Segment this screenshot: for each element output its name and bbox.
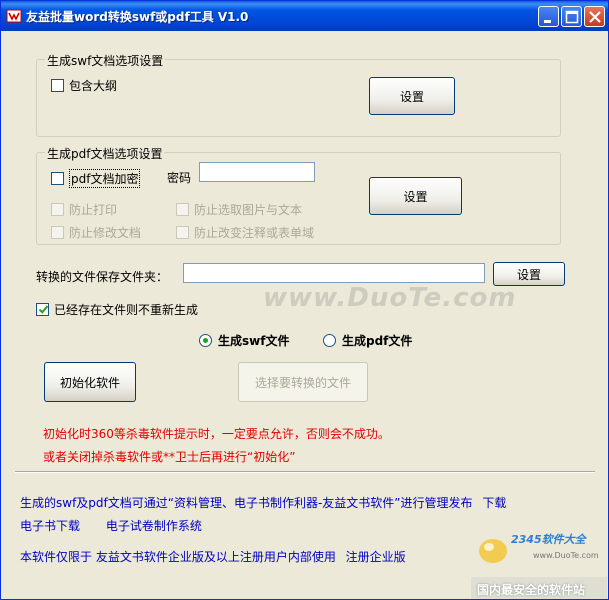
pdf-group-title: 生成pdf文档选项设置 — [45, 145, 165, 162]
ebook-download-link[interactable]: 电子书下载 — [20, 519, 80, 533]
warning-line-1: 初始化时360等杀毒软件提示时，一定要点允许，否则会不成功。 — [43, 427, 390, 441]
output-swf-label: 生成swf文件 — [218, 334, 290, 348]
pdf-encrypt-label: pdf文档加密 — [69, 169, 141, 188]
no-modify-box[interactable] — [51, 226, 64, 239]
close-icon — [589, 11, 601, 23]
corner-brand: 2345软件大全 — [511, 533, 586, 546]
maximize-icon — [565, 10, 579, 24]
corner-slogan: 国内最安全的软件站 — [477, 583, 586, 597]
no-annot-checkbox[interactable]: 防止改变注释或表单域 — [176, 224, 314, 241]
pdf-settings-button[interactable]: 设置 — [369, 177, 462, 215]
password-label: 密码 — [167, 171, 192, 185]
app-icon — [6, 9, 22, 23]
divider — [15, 471, 595, 473]
footer-line-2: 电子书下载 电子试卷制作系统 — [20, 517, 202, 534]
save-folder-label: 转换的文件保存文件夹： — [36, 270, 169, 284]
password-input[interactable] — [199, 162, 315, 182]
no-annot-box[interactable] — [176, 226, 189, 239]
init-software-button[interactable]: 初始化软件 — [44, 362, 136, 402]
footer-line-1: 生成的swf及pdf文档可通过“资料管理、电子书制作利器-友益文书软件”进行管理… — [20, 494, 506, 511]
download-link[interactable]: 下载 — [482, 496, 506, 510]
footer-line-3-text: 本软件仅限于 友益文书软件企业版及以上注册用户内部使用 — [20, 550, 336, 564]
app-window: 友益批量word转换swf或pdf工具 V1.0 生成swf文档选项设置 包含大… — [0, 0, 609, 600]
maximize-button[interactable] — [561, 6, 582, 27]
footer-line-3: 本软件仅限于 友益文书软件企业版及以上注册用户内部使用 注册企业版 — [20, 548, 406, 565]
swf-group-title: 生成swf文档选项设置 — [45, 52, 166, 69]
close-button[interactable] — [584, 6, 605, 27]
title-bar[interactable]: 友益批量word转换swf或pdf工具 V1.0 — [1, 1, 608, 31]
output-pdf-radio[interactable]: 生成pdf文件 — [323, 332, 412, 349]
pdf-encrypt-box[interactable] — [51, 172, 64, 185]
no-modify-checkbox[interactable]: 防止修改文档 — [51, 224, 141, 241]
include-outline-box[interactable] — [51, 79, 64, 92]
watermark: www.DuoTe.com — [263, 283, 517, 313]
include-outline-checkbox[interactable]: 包含大纲 — [51, 77, 117, 94]
no-copy-label: 防止选取图片与文本 — [194, 203, 303, 217]
no-copy-box[interactable] — [176, 203, 189, 216]
swf-options-group: 生成swf文档选项设置 — [36, 52, 561, 137]
no-modify-label: 防止修改文档 — [69, 226, 142, 240]
corner-badge: 2345软件大全 www.DuoTe.com 国内最安全的软件站 — [471, 523, 607, 599]
choose-files-button[interactable]: 选择要转换的文件 — [238, 362, 368, 402]
output-pdf-dot[interactable] — [323, 334, 336, 347]
pdf-encrypt-checkbox[interactable]: pdf文档加密 — [51, 169, 141, 188]
output-swf-radio[interactable]: 生成swf文件 — [199, 332, 289, 349]
window-title: 友益批量word转换swf或pdf工具 V1.0 — [26, 10, 249, 24]
no-print-box[interactable] — [51, 203, 64, 216]
register-link[interactable]: 注册企业版 — [346, 550, 406, 564]
output-swf-dot[interactable] — [199, 334, 212, 347]
warning-line-2: 或者关闭掉杀毒软件或**卫士后再进行“初始化” — [43, 450, 296, 464]
save-folder-input[interactable] — [183, 263, 485, 283]
skip-existing-checkbox[interactable]: 已经存在文件则不重新生成 — [36, 301, 198, 318]
skip-existing-label: 已经存在文件则不重新生成 — [54, 303, 199, 317]
corner-url: www.DuoTe.com — [533, 551, 599, 560]
exam-system-link[interactable]: 电子试卷制作系统 — [106, 519, 202, 533]
minimize-icon — [544, 20, 551, 23]
no-print-label: 防止打印 — [69, 203, 118, 217]
skip-existing-box[interactable] — [36, 303, 49, 316]
include-outline-label: 包含大纲 — [69, 79, 118, 93]
output-pdf-label: 生成pdf文件 — [342, 334, 413, 348]
no-annot-label: 防止改变注释或表单域 — [194, 226, 315, 240]
minimize-button[interactable] — [538, 6, 559, 27]
swf-settings-button[interactable]: 设置 — [369, 77, 455, 115]
no-copy-checkbox[interactable]: 防止选取图片与文本 — [176, 201, 302, 218]
footer-line-1-text: 生成的swf及pdf文档可通过“资料管理、电子书制作利器-友益文书软件”进行管理… — [20, 496, 473, 510]
no-print-checkbox[interactable]: 防止打印 — [51, 201, 117, 218]
check-icon — [38, 305, 49, 314]
